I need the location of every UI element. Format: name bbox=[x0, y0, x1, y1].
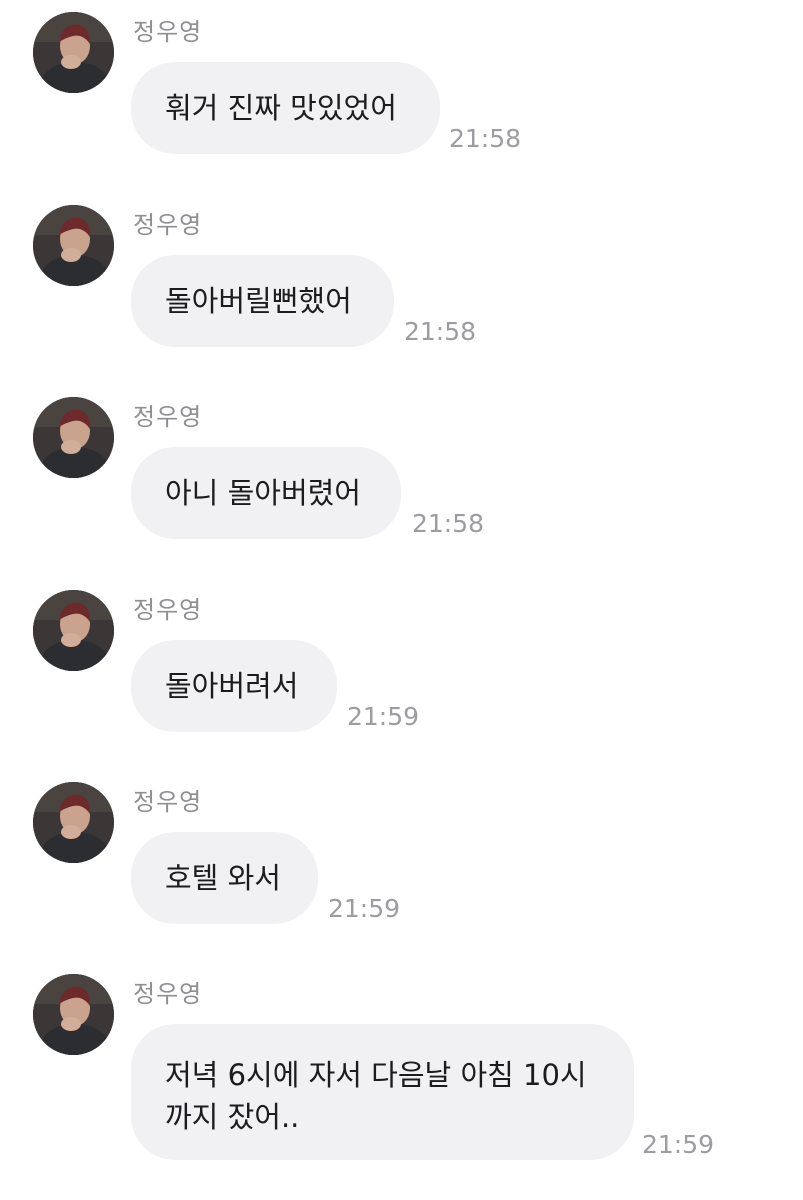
message-row: 정우영 호텔 와서 21:59 bbox=[0, 770, 803, 950]
message-bubble[interactable]: 저녁 6시에 자서 다음날 아침 10시 까지 잤어.. bbox=[131, 1024, 634, 1160]
avatar[interactable] bbox=[33, 12, 114, 93]
sender-name: 정우영 bbox=[133, 403, 203, 431]
message-timestamp: 21:59 bbox=[328, 894, 401, 923]
message-timestamp: 21:58 bbox=[449, 124, 522, 153]
message-text: 훠거 진짜 맛있었어 bbox=[165, 91, 397, 125]
message-bubble[interactable]: 아니 돌아버렸어 bbox=[131, 447, 401, 539]
sender-name: 정우영 bbox=[133, 18, 203, 46]
avatar[interactable] bbox=[33, 397, 114, 478]
message-text: 저녁 6시에 자서 다음날 아침 10시 bbox=[165, 1058, 587, 1092]
profile-photo-icon bbox=[33, 974, 114, 1055]
message-row: 정우영 저녁 6시에 자서 다음날 아침 10시 까지 잤어.. 21:59 bbox=[0, 962, 803, 1192]
sender-name: 정우영 bbox=[133, 788, 203, 816]
message-bubble[interactable]: 호텔 와서 bbox=[131, 832, 318, 924]
message-timestamp: 21:58 bbox=[412, 509, 485, 538]
profile-photo-icon bbox=[33, 12, 114, 93]
avatar[interactable] bbox=[33, 590, 114, 671]
chat-thread[interactable]: 정우영 훠거 진짜 맛있었어 21:58 정우영 돌아버릴뻔했어 21:58 정… bbox=[0, 0, 803, 1200]
message-bubble[interactable]: 돌아버려서 bbox=[131, 640, 337, 732]
message-timestamp: 21:58 bbox=[404, 317, 477, 346]
avatar[interactable] bbox=[33, 782, 114, 863]
profile-photo-icon bbox=[33, 590, 114, 671]
sender-name: 정우영 bbox=[133, 980, 203, 1008]
message-text: 돌아버려서 bbox=[165, 669, 299, 703]
message-bubble[interactable]: 돌아버릴뻔했어 bbox=[131, 255, 394, 347]
message-text: 호텔 와서 bbox=[165, 861, 281, 895]
profile-photo-icon bbox=[33, 782, 114, 863]
message-text: 까지 잤어.. bbox=[165, 1100, 300, 1134]
message-text: 아니 돌아버렸어 bbox=[165, 476, 361, 510]
avatar[interactable] bbox=[33, 205, 114, 286]
message-bubble[interactable]: 훠거 진짜 맛있었어 bbox=[131, 62, 440, 154]
profile-photo-icon bbox=[33, 397, 114, 478]
message-row: 정우영 돌아버릴뻔했어 21:58 bbox=[0, 193, 803, 373]
avatar[interactable] bbox=[33, 974, 114, 1055]
message-text: 돌아버릴뻔했어 bbox=[165, 284, 352, 318]
message-row: 정우영 돌아버려서 21:59 bbox=[0, 578, 803, 758]
sender-name: 정우영 bbox=[133, 211, 203, 239]
message-timestamp: 21:59 bbox=[347, 702, 420, 731]
message-timestamp: 21:59 bbox=[642, 1130, 715, 1159]
message-row: 정우영 훠거 진짜 맛있었어 21:58 bbox=[0, 0, 803, 180]
profile-photo-icon bbox=[33, 205, 114, 286]
sender-name: 정우영 bbox=[133, 596, 203, 624]
message-row: 정우영 아니 돌아버렸어 21:58 bbox=[0, 385, 803, 565]
